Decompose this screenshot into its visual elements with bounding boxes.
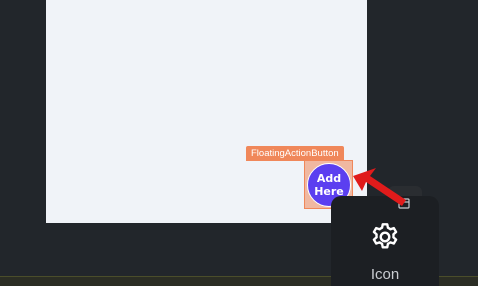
palette-tile-label: Icon: [370, 266, 400, 283]
designer-workspace: FloatingActionButton Add Here Icon: [0, 0, 478, 286]
gear-icon: [372, 223, 398, 249]
drag-arrow-icon: [353, 168, 406, 206]
selected-widget-label: FloatingActionButton: [246, 146, 344, 161]
